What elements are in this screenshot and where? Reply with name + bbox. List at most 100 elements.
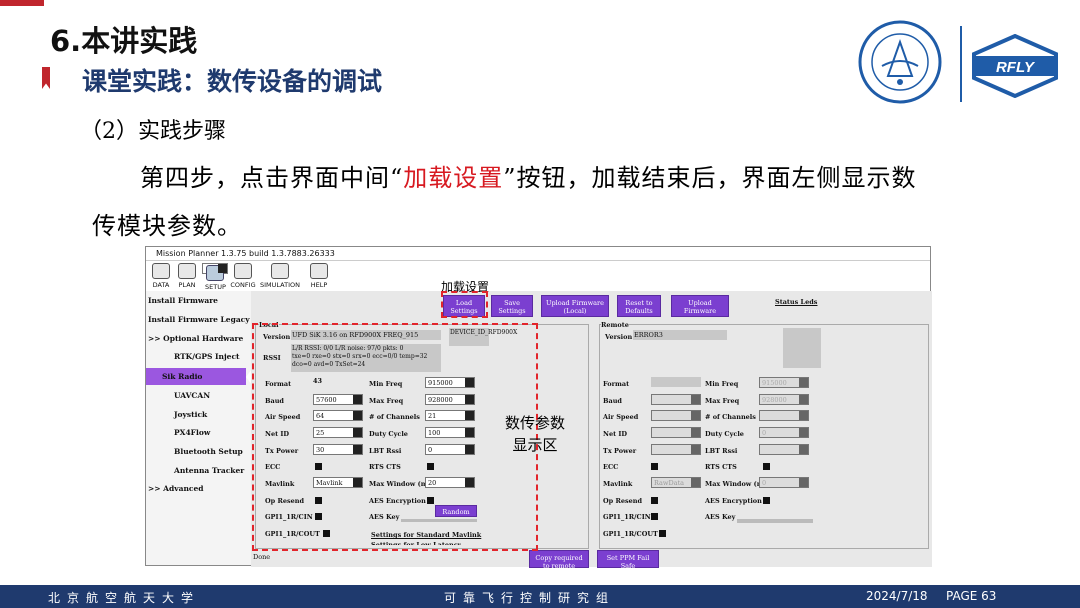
menu-simulation-label: SIMULATION [260, 281, 300, 289]
gear-icon [206, 265, 224, 281]
remote-txpower-select[interactable] [651, 444, 701, 455]
sidebar-optional-hardware[interactable]: >> Optional Hardware [148, 334, 243, 343]
remote-aes-key-field[interactable] [737, 519, 813, 523]
menu-config-label: CONFIG [230, 281, 256, 289]
remote-format-label: Format [603, 380, 630, 388]
sidebar-antenna-tracker[interactable]: Antenna Tracker [174, 466, 244, 475]
menu-data[interactable]: DATA [148, 263, 174, 289]
remote-gpo1-label: GPI1_1R/COUT [603, 530, 658, 538]
remote-gpi1-label: GPI1_1R/CIN [603, 513, 651, 521]
sidebar-joystick[interactable]: Joystick [174, 410, 207, 419]
set-ppm-failsafe-button[interactable]: Set PPM Fail Safe [597, 550, 659, 570]
instruction-line-1: 第四步，点击界面中间“加载设置”按钮，加载结束后，界面左侧显示数 [140, 158, 917, 193]
logo-divider [960, 26, 962, 102]
menu-bar: DATA PLAN SETUP CONFIG SIMULATION HELP [146, 261, 930, 291]
upload-firmware-local-button[interactable]: Upload Firmware (Local) [541, 295, 609, 317]
rfly-logo-text: RFLY [996, 59, 1036, 76]
footer-group: 可靠飞行控制研究组 [444, 591, 616, 605]
remote-rtscts-checkbox[interactable] [763, 463, 770, 470]
parameter-area-annotation: 数传参数 显示区 [505, 414, 566, 454]
menu-setup[interactable]: SETUP [202, 263, 228, 291]
sidebar-sik-radio[interactable]: Sik Radio [146, 368, 246, 385]
remote-channels-select[interactable] [759, 410, 809, 421]
remote-version-label: Version [605, 333, 633, 341]
menu-simulation[interactable]: SIMULATION [260, 263, 300, 289]
remote-airspeed-label: Air Speed [603, 413, 639, 421]
save-settings-button[interactable]: Save Settings [491, 295, 533, 317]
load-button-highlight [441, 291, 488, 318]
remote-netid-select[interactable] [651, 427, 701, 438]
remote-airspeed-select[interactable] [651, 410, 701, 421]
globe-icon [178, 263, 196, 279]
sidebar-rtk-gps[interactable]: RTK/GPS Inject [174, 352, 240, 361]
remote-minfreq-select[interactable]: 915000 [759, 377, 809, 388]
menu-help-label: HELP [310, 281, 328, 289]
sidebar-uavcan[interactable]: UAVCAN [174, 391, 210, 400]
remote-device-id-box [783, 328, 821, 368]
remote-lbt-select[interactable] [759, 444, 809, 455]
remote-opresend-checkbox[interactable] [651, 497, 658, 504]
instruction-text-b: ”按钮，加载结束后，界面左侧显示数 [503, 164, 917, 192]
remote-txpower-label: Tx Power [603, 447, 637, 455]
menu-data-label: DATA [152, 281, 170, 289]
remote-aes-enc-label: AES Encryption [705, 497, 762, 505]
menu-config[interactable]: CONFIG [230, 263, 256, 289]
rfly-logo: RFLY [972, 34, 1058, 98]
footer-university: 北京航空航天大学 [48, 591, 201, 605]
sidebar-advanced[interactable]: >> Advanced [148, 484, 204, 493]
section-title: 6.本讲实践 [50, 24, 198, 58]
upload-custom-firmware-button[interactable]: Upload Firmware [671, 295, 729, 317]
remote-minfreq-label: Min Freq [705, 380, 739, 388]
university-seal-logo [858, 20, 942, 104]
setup-sidebar: Install Firmware Install Firmware Legacy… [146, 291, 252, 565]
status-text: Done [253, 553, 271, 561]
remote-gpi1-checkbox[interactable] [651, 513, 658, 520]
remote-ecc-label: ECC [603, 463, 619, 471]
remote-duty-label: Duty Cycle [705, 430, 744, 438]
remote-group-label: Remote [601, 321, 629, 329]
wrench-icon [234, 263, 252, 279]
sidebar-px4flow[interactable]: PX4Flow [174, 428, 210, 437]
help-icon [310, 263, 328, 279]
reset-defaults-button[interactable]: Reset to Defaults [617, 295, 661, 317]
step-heading: （2）实践步骤 [80, 119, 226, 144]
remote-gpo1-checkbox[interactable] [659, 530, 666, 537]
remote-aes-enc-checkbox[interactable] [763, 497, 770, 504]
copy-to-remote-button[interactable]: Copy required to remote [529, 550, 589, 570]
footer-bar: 北京航空航天大学 可靠飞行控制研究组 2024/7/18 PAGE 63 [0, 585, 1080, 608]
menu-help[interactable]: HELP [306, 263, 332, 289]
sidebar-install-firmware[interactable]: Install Firmware [148, 296, 218, 305]
remote-opresend-label: Op Resend [603, 497, 643, 505]
remote-ecc-checkbox[interactable] [651, 463, 658, 470]
footer-date: 2024/7/18 [866, 589, 928, 603]
menu-plan-label: PLAN [178, 281, 196, 289]
remote-channels-label: # of Channels [705, 413, 756, 421]
remote-lbt-label: LBT Rssi [705, 447, 738, 455]
remote-format-field [651, 377, 701, 387]
remote-netid-label: Net ID [603, 430, 628, 438]
menu-setup-label: SETUP [205, 283, 226, 291]
instruction-highlight: 加载设置 [403, 164, 504, 192]
parameter-area-highlight [252, 323, 538, 551]
data-icon [152, 263, 170, 279]
remote-aes-key-label: AES Key [705, 513, 736, 521]
slide-subtitle: 课堂实践：数传设备的调试 [82, 67, 383, 96]
remote-maxfreq-label: Max Freq [705, 397, 740, 405]
remote-maxwin-select[interactable]: 0 [759, 477, 809, 488]
remote-maxfreq-select[interactable]: 928000 [759, 394, 809, 405]
instruction-text-a: 第四步，点击界面中间“ [140, 164, 404, 192]
remote-baud-select[interactable] [651, 394, 701, 405]
footer-page: PAGE 63 [946, 589, 997, 603]
remote-baud-label: Baud [603, 397, 622, 405]
sidebar-bluetooth-setup[interactable]: Bluetooth Setup [174, 447, 243, 456]
remote-mavlink-select[interactable]: RawData [651, 477, 701, 488]
menu-plan[interactable]: PLAN [174, 263, 200, 289]
remote-duty-select[interactable]: 0 [759, 427, 809, 438]
remote-mavlink-label: Mavlink [603, 480, 633, 488]
status-leds-link[interactable]: Status Leds [775, 298, 817, 306]
top-accent-bar [0, 0, 44, 6]
remote-rtscts-label: RTS CTS [705, 463, 737, 471]
window-title: Mission Planner 1.3.75 build 1.3.7883.26… [146, 247, 930, 261]
sidebar-install-firmware-legacy[interactable]: Install Firmware Legacy [148, 315, 250, 324]
instruction-line-2: 传模块参数。 [92, 212, 242, 240]
